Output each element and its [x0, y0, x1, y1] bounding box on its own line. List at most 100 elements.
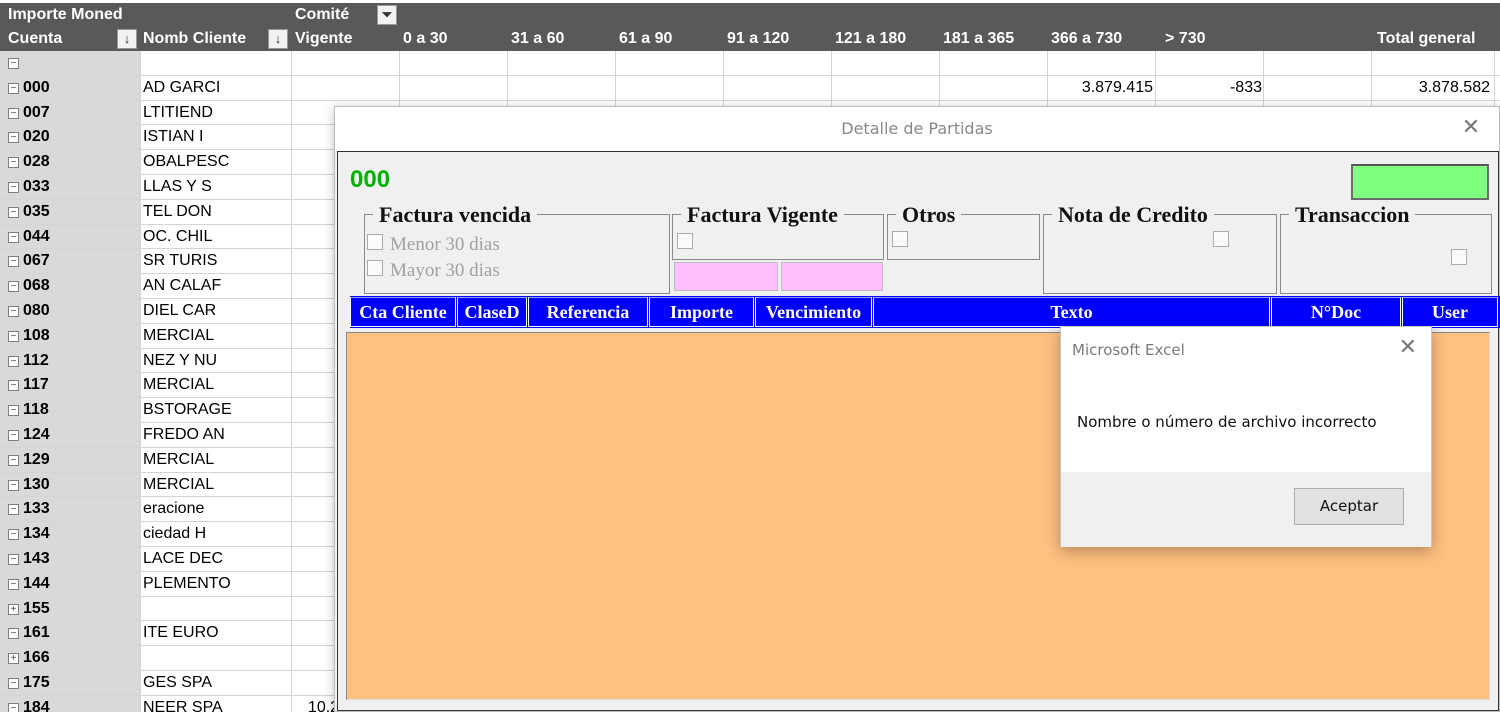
- collapse-icon[interactable]: −: [8, 182, 19, 193]
- collapse-icon[interactable]: −: [8, 504, 19, 516]
- cuenta-cell[interactable]: −035: [8, 200, 138, 225]
- cuenta-cell[interactable]: −130: [8, 473, 138, 498]
- nomb-cliente-cell[interactable]: LACE DEC: [143, 547, 291, 572]
- cuenta-cell[interactable]: −112: [8, 349, 138, 374]
- col-vencimiento[interactable]: Vencimiento: [755, 297, 872, 327]
- cuenta-cell[interactable]: −117: [8, 373, 138, 398]
- nomb-cliente-cell[interactable]: [143, 597, 291, 622]
- collapse-icon[interactable]: −: [8, 628, 19, 640]
- nomb-cliente-cell[interactable]: NEZ Y NU: [143, 349, 291, 374]
- nomb-cliente-cell[interactable]: [143, 646, 291, 671]
- collapse-icon[interactable]: −: [8, 454, 19, 466]
- vigente-cell[interactable]: [292, 51, 392, 76]
- nomb-cliente-cell[interactable]: ITE EURO: [143, 621, 291, 646]
- nomb-cliente-cell[interactable]: TEL DON: [143, 200, 291, 225]
- nomb-cliente-cell[interactable]: MERCIAL: [143, 324, 291, 349]
- nomb-cliente-cell[interactable]: DIEL CAR: [143, 299, 291, 324]
- nomb-cliente-cell[interactable]: ISTIAN I: [143, 125, 291, 150]
- mayor-30-checkbox[interactable]: [367, 260, 383, 276]
- nomb-cliente-cell[interactable]: [143, 51, 291, 76]
- range-366-730-cell[interactable]: 3.879.415: [1049, 76, 1153, 101]
- collapse-icon[interactable]: −: [8, 578, 19, 590]
- collapse-icon[interactable]: −: [8, 206, 19, 218]
- col-referencia[interactable]: Referencia: [528, 297, 648, 327]
- collapse-icon[interactable]: −: [8, 82, 19, 94]
- range-366-730-cell[interactable]: [1049, 51, 1153, 76]
- nomb-cliente-cell[interactable]: LLAS Y S: [143, 175, 291, 200]
- cuenta-cell[interactable]: −133: [8, 497, 138, 522]
- transaccion-checkbox[interactable]: [1451, 249, 1467, 265]
- cuenta-cell[interactable]: −067: [8, 249, 138, 274]
- cuenta-cell[interactable]: −184: [8, 696, 138, 712]
- factura-vigente-checkbox[interactable]: [677, 233, 693, 249]
- aceptar-button[interactable]: Aceptar: [1294, 488, 1404, 525]
- close-icon[interactable]: ✕: [1459, 117, 1483, 141]
- cuenta-cell[interactable]: −044: [8, 225, 138, 250]
- cuenta-cell[interactable]: −068: [8, 274, 138, 299]
- cuenta-cell[interactable]: −144: [8, 572, 138, 597]
- nomb-cliente-cell[interactable]: SR TURIS: [143, 249, 291, 274]
- collapse-icon[interactable]: −: [8, 430, 19, 441]
- nomb-cliente-cell[interactable]: FREDO AN: [143, 423, 291, 448]
- vigente-cell[interactable]: [292, 76, 392, 101]
- col-ndoc[interactable]: N°Doc: [1271, 297, 1401, 327]
- cuenta-cell[interactable]: −118: [8, 398, 138, 423]
- col-cta-cliente[interactable]: Cta Cliente: [350, 297, 456, 327]
- nomb-cliente-cell[interactable]: ciedad H: [143, 522, 291, 547]
- collapse-icon[interactable]: −: [8, 479, 19, 491]
- cuenta-cell[interactable]: −033: [8, 175, 138, 200]
- cuenta-cell[interactable]: −124: [8, 423, 138, 448]
- cuenta-cell[interactable]: −080: [8, 299, 138, 324]
- col-texto[interactable]: Texto: [873, 297, 1270, 327]
- collapse-icon[interactable]: −: [8, 330, 19, 342]
- col-clased[interactable]: ClaseD: [457, 297, 527, 327]
- cuenta-cell[interactable]: −161: [8, 621, 138, 646]
- total-general-cell[interactable]: [1376, 51, 1490, 76]
- nomb-cliente-cell[interactable]: MERCIAL: [143, 448, 291, 473]
- collapse-icon[interactable]: −: [8, 281, 19, 293]
- collapse-icon[interactable]: −: [8, 529, 19, 541]
- nomb-cliente-cell[interactable]: AN CALAF: [143, 274, 291, 299]
- collapse-icon[interactable]: −: [8, 554, 19, 565]
- otros-checkbox[interactable]: [892, 231, 908, 247]
- expand-icon[interactable]: +: [8, 653, 19, 665]
- cuenta-cell[interactable]: −175: [8, 671, 138, 696]
- col-importe[interactable]: Importe: [649, 297, 754, 327]
- collapse-icon[interactable]: −: [8, 405, 19, 417]
- nomb-cliente-cell[interactable]: MERCIAL: [143, 473, 291, 498]
- nomb-cliente-cell[interactable]: GES SPA: [143, 671, 291, 696]
- total-general-cell[interactable]: 3.878.582: [1376, 76, 1490, 101]
- cuenta-cell[interactable]: −028: [8, 150, 138, 175]
- cuenta-cell[interactable]: −143: [8, 547, 138, 572]
- nomb-cliente-sort-filter-button[interactable]: ↓: [268, 29, 288, 49]
- collapse-icon[interactable]: −: [8, 306, 19, 317]
- collapse-icon[interactable]: −: [8, 132, 19, 144]
- range-gt-730-cell[interactable]: -833: [1158, 76, 1262, 101]
- cuenta-cell[interactable]: −020: [8, 125, 138, 150]
- collapse-icon[interactable]: −: [8, 355, 19, 367]
- vigente-date-from-field[interactable]: [674, 262, 778, 291]
- field-importe-moneda[interactable]: Importe Moned: [8, 6, 123, 24]
- menor-30-checkbox[interactable]: [367, 234, 383, 250]
- expand-icon[interactable]: +: [8, 603, 19, 615]
- cuenta-cell[interactable]: −: [8, 51, 138, 76]
- cuenta-sort-filter-button[interactable]: ↓: [117, 29, 137, 49]
- comite-filter-button[interactable]: ⏷: [377, 5, 397, 25]
- collapse-icon[interactable]: −: [8, 157, 19, 169]
- collapse-icon[interactable]: −: [8, 58, 19, 69]
- close-icon[interactable]: ✕: [1399, 337, 1417, 359]
- collapse-icon[interactable]: −: [8, 380, 19, 392]
- cuenta-cell[interactable]: −129: [8, 448, 138, 473]
- cuenta-cell[interactable]: −000: [8, 76, 138, 101]
- collapse-icon[interactable]: −: [8, 702, 19, 712]
- vigente-date-to-field[interactable]: [781, 262, 883, 291]
- collapse-icon[interactable]: −: [8, 107, 19, 119]
- nomb-cliente-cell[interactable]: LTITIEND: [143, 101, 291, 126]
- cuenta-cell[interactable]: −108: [8, 324, 138, 349]
- nomb-cliente-cell[interactable]: BSTORAGE: [143, 398, 291, 423]
- collapse-icon[interactable]: −: [8, 231, 19, 243]
- nomb-cliente-cell[interactable]: OBALPESC: [143, 150, 291, 175]
- cuenta-cell[interactable]: +155: [8, 597, 138, 622]
- collapse-icon[interactable]: −: [8, 678, 19, 689]
- cuenta-cell[interactable]: −007: [8, 101, 138, 126]
